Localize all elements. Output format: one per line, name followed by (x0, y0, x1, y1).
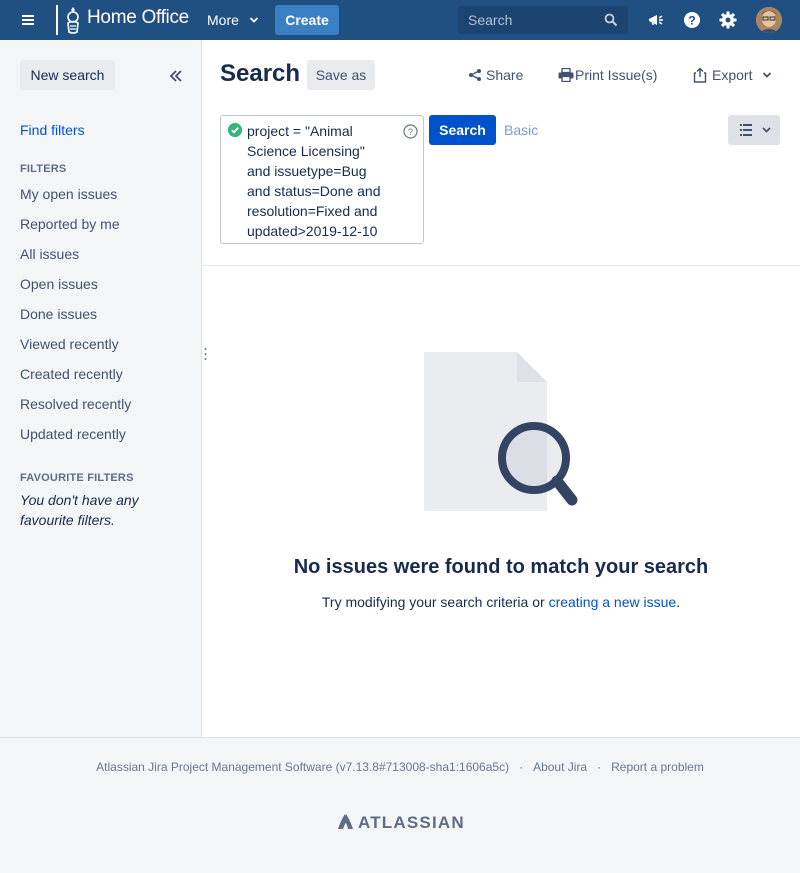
empty-state-message: Try modifying your search criteria or cr… (202, 594, 800, 610)
new-search-button[interactable]: New search (20, 60, 115, 90)
app-switcher-icon[interactable] (18, 10, 38, 30)
filter-resolved-recently[interactable]: Resolved recently (20, 396, 131, 412)
footer-separator: · (519, 760, 524, 774)
more-menu[interactable]: More (207, 12, 239, 28)
sidebar: New search Find filters FILTERS My open … (0, 40, 202, 737)
layout-switcher-button[interactable] (728, 115, 780, 145)
valid-query-check-icon (228, 123, 242, 137)
global-search-input[interactable] (458, 6, 598, 34)
empty-state-message-suffix: . (676, 594, 681, 610)
collapse-sidebar-icon[interactable] (168, 68, 184, 84)
jql-query-text[interactable]: project = "Animal Science Licensing" and… (247, 121, 397, 241)
basic-search-link[interactable]: Basic (504, 122, 538, 138)
no-results-illustration (424, 352, 578, 511)
home-office-crest-icon (67, 7, 79, 34)
save-as-button[interactable]: Save as (307, 60, 375, 90)
logo-separator (56, 5, 58, 35)
filter-created-recently[interactable]: Created recently (20, 366, 123, 382)
filter-reported-by-me[interactable]: Reported by me (20, 216, 120, 232)
avatar[interactable] (756, 7, 782, 33)
find-filters-link[interactable]: Find filters (20, 122, 85, 138)
about-jira-link[interactable]: About Jira (533, 760, 587, 774)
create-new-issue-link[interactable]: creating a new issue (549, 594, 677, 610)
svg-text:?: ? (688, 14, 695, 28)
chevron-down-icon[interactable] (249, 13, 259, 27)
empty-state-title: No issues were found to match your searc… (293, 556, 709, 578)
help-icon[interactable]: ? (403, 124, 418, 139)
favourite-filters-heading: FAVOURITE FILTERS (20, 472, 134, 484)
jql-query-input[interactable]: project = "Animal Science Licensing" and… (220, 115, 424, 244)
list-view-icon (740, 124, 771, 136)
megaphone-icon[interactable] (646, 10, 666, 30)
favourite-filters-empty-text: You don't have any favourite filters. (20, 492, 139, 528)
print-issues-button[interactable]: Print Issue(s) (558, 67, 657, 83)
divider (202, 265, 800, 266)
filter-open-issues[interactable]: Open issues (20, 276, 98, 292)
footer: Atlassian Jira Project Management Softwa… (0, 737, 800, 873)
brand-logo-text[interactable]: Home Office (87, 7, 189, 29)
empty-state-message-prefix: Try modifying your search criteria or (321, 594, 549, 610)
footer-links: Atlassian Jira Project Management Softwa… (0, 760, 800, 774)
sidebar-resize-handle[interactable] (204, 347, 207, 361)
chevron-down-icon[interactable] (762, 69, 772, 81)
atlassian-logo-icon (338, 814, 353, 829)
help-icon[interactable]: ? (682, 10, 702, 30)
export-button[interactable]: Export (692, 67, 752, 83)
filter-viewed-recently[interactable]: Viewed recently (20, 336, 119, 352)
top-navigation: Home Office More Create ? (0, 0, 800, 40)
page-title: Search (220, 60, 301, 87)
filter-my-open-issues[interactable]: My open issues (20, 186, 117, 202)
filter-done-issues[interactable]: Done issues (20, 306, 97, 322)
atlassian-logo-text[interactable]: ATLASSIAN (358, 813, 465, 833)
search-icon[interactable] (604, 13, 618, 27)
report-problem-link[interactable]: Report a problem (611, 760, 704, 774)
footer-separator: · (597, 760, 602, 774)
gear-icon[interactable] (718, 10, 738, 30)
filter-updated-recently[interactable]: Updated recently (20, 426, 126, 442)
svg-text:?: ? (408, 127, 413, 138)
filter-all-issues[interactable]: All issues (20, 246, 79, 262)
filters-heading: FILTERS (20, 163, 67, 175)
create-button[interactable]: Create (275, 5, 339, 35)
user-avatar-image (756, 7, 782, 33)
software-version-link[interactable]: Atlassian Jira Project Management Softwa… (96, 760, 509, 774)
share-button[interactable]: Share (468, 67, 523, 83)
global-search[interactable] (458, 6, 628, 34)
search-button[interactable]: Search (429, 115, 496, 145)
